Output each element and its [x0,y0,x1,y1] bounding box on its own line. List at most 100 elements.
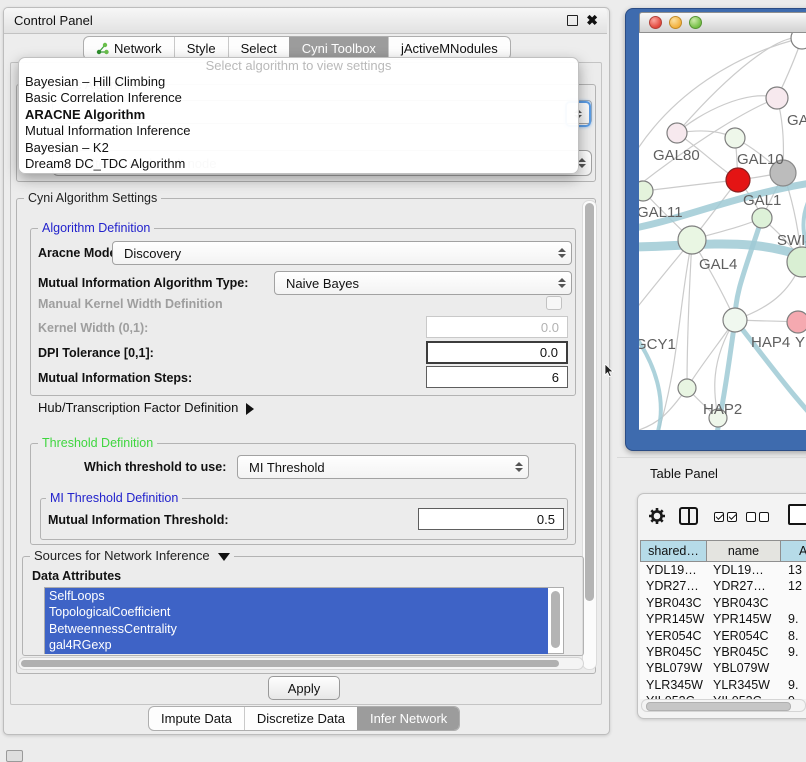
kernel-width-label: Kernel Width (0,1): [38,320,148,336]
select-all-icon-2[interactable] [727,512,737,522]
tab-infer-network[interactable]: Infer Network [357,707,459,730]
network-window-titlebar[interactable] [639,12,806,33]
table-row[interactable]: YDR27…YDR27…12 [640,578,806,594]
mi-threshold-field[interactable]: 0.5 [418,508,564,530]
split-panel-icon[interactable] [679,507,698,525]
new-table-icon[interactable] [788,504,806,525]
kernel-width-field[interactable]: 0.0 [426,316,568,338]
mi-steps-label: Mutual Information Steps: [38,370,192,386]
network-canvas[interactable]: GAL80 GAL10 GAL1 GAL11 SWI4 GAL4 GCY1 HA… [639,33,806,430]
label-gal80: GAL80 [653,147,700,164]
which-threshold-value: MI Threshold [238,460,510,475]
node-gal11[interactable] [639,181,653,201]
popup-item-basic-correlation[interactable]: Basic Correlation Inference [19,90,578,106]
node-gal1-selected[interactable] [726,168,750,192]
tab-impute-data[interactable]: Impute Data [149,707,244,730]
deselect-all-icon-2[interactable] [759,512,769,522]
node-pink[interactable] [787,311,806,333]
popup-item-dream8[interactable]: Dream8 DC_TDC Algorithm [19,156,578,172]
list-item-betweennesscentrality[interactable]: BetweennessCentrality [45,621,548,637]
float-window-icon[interactable] [567,15,578,26]
popup-item-aracne[interactable]: ARACNE Algorithm [19,107,578,123]
table-row[interactable]: YPR145WYPR145W9. [640,611,806,627]
close-window-button[interactable] [649,16,662,29]
divider [617,457,806,458]
dpi-tolerance-field[interactable]: 0.0 [426,341,568,364]
select-all-icon[interactable] [714,512,724,522]
mi-steps-field[interactable]: 6 [426,366,568,388]
node-gal4[interactable] [678,226,706,254]
tab-style[interactable]: Style [174,37,228,59]
settings-horizontal-scrollbar[interactable] [18,657,584,670]
label-gcy1: GCY1 [639,336,676,353]
mi-type-combobox[interactable]: Naive Bayes [274,271,572,295]
aracne-mode-value: Discovery [113,246,553,261]
label-gal4: GAL4 [699,256,737,273]
apply-button[interactable]: Apply [268,676,340,700]
manual-kernel-width-checkbox[interactable] [546,296,562,310]
tab-select[interactable]: Select [228,37,289,59]
node-gal-partial[interactable] [766,87,788,109]
settings-vertical-scrollbar[interactable] [582,200,597,670]
node-hap4[interactable] [723,308,747,332]
minimize-window-button[interactable] [669,16,682,29]
bottom-tabbar: Impute Data Discretize Data Infer Networ… [148,706,460,731]
node-gal10[interactable] [725,128,745,148]
settings-horizontal-scrollbar-thumb[interactable] [21,660,559,667]
node-table[interactable]: YDL19…YDL19…13 YDR27…YDR27…12 YBR043CYBR… [640,562,806,699]
tab-network[interactable]: Network [84,37,174,59]
hub-definition-disclosure[interactable]: Hub/Transcription Factor Definition [38,400,254,416]
network-nodes [639,33,806,427]
list-scrollbar-thumb[interactable] [551,591,560,648]
zoom-window-button[interactable] [689,16,702,29]
settings-vertical-scrollbar-thumb[interactable] [585,203,594,601]
table-row[interactable]: YER054CYER054C8. [640,628,806,644]
table-horizontal-scrollbar-thumb[interactable] [646,702,791,711]
close-icon[interactable]: ✖ [586,12,598,28]
data-attributes-list: SelfLoops TopologicalCoefficient Between… [44,587,564,654]
table-row[interactable]: YLR345WYLR345W9. [640,677,806,693]
node-hap2[interactable] [678,379,696,397]
table-row[interactable]: YBR045CYBR045C9. [640,644,806,660]
list-item-selfloops[interactable]: SelfLoops [45,588,548,604]
tab-discretize-data[interactable]: Discretize Data [244,707,357,730]
tab-network-label: Network [114,41,162,56]
popup-item-bayesian-hill-climbing[interactable]: Bayesian – Hill Climbing [19,74,578,90]
column-header-partial[interactable]: A [780,540,806,562]
which-threshold-label: Which threshold to use: [84,459,226,475]
node-swi4[interactable] [752,208,772,228]
network-graph: GAL80 GAL10 GAL1 GAL11 SWI4 GAL4 GCY1 HA… [639,33,806,430]
column-header-shared-name[interactable]: shared… [640,540,707,562]
label-hap2: HAP2 [703,401,742,418]
control-panel-titlebar[interactable]: Control Panel ✖ [4,8,607,34]
tab-cyni-toolbox[interactable]: Cyni Toolbox [289,37,388,59]
which-threshold-combobox[interactable]: MI Threshold [237,455,529,479]
tab-style-label: Style [187,41,216,56]
column-header-name[interactable]: name [706,540,781,562]
list-item-topologicalcoefficient[interactable]: TopologicalCoefficient [45,604,548,620]
algorithm-definition-title: Algorithm Definition [38,221,154,235]
table-row[interactable]: YDL19…YDL19…13 [640,562,806,578]
data-attributes-label: Data Attributes [32,568,121,584]
popup-placeholder: Select algorithm to view settings [19,58,578,74]
aracne-mode-combobox[interactable]: Discovery [112,241,572,265]
node-gal80[interactable] [667,123,687,143]
disclosure-right-icon [246,403,254,415]
collapsed-panel-icon[interactable] [6,750,23,762]
table-horizontal-scrollbar[interactable] [641,699,806,712]
popup-item-mutual-information[interactable]: Mutual Information Inference [19,123,578,139]
cyni-algorithm-settings-title: Cyni Algorithm Settings [24,191,161,205]
tab-infer-network-label: Infer Network [370,711,447,726]
tab-jactivemnodules[interactable]: jActiveMNodules [388,37,510,59]
label-y-partial: Y [795,334,805,351]
deselect-all-icon[interactable] [746,512,756,522]
tab-cyni-toolbox-label: Cyni Toolbox [302,41,376,56]
popup-item-bayesian-k2[interactable]: Bayesian – K2 [19,140,578,156]
gear-icon[interactable] [647,506,667,526]
list-item-gal4rgexp[interactable]: gal4RGexp [45,637,548,653]
table-row[interactable]: YBL079WYBL079W [640,660,806,676]
node-unlabeled[interactable] [791,33,806,49]
sources-disclosure[interactable]: Sources for Network Inference [30,549,234,563]
tab-jactivemnodules-label: jActiveMNodules [401,41,498,56]
table-row[interactable]: YBR043CYBR043C [640,595,806,611]
